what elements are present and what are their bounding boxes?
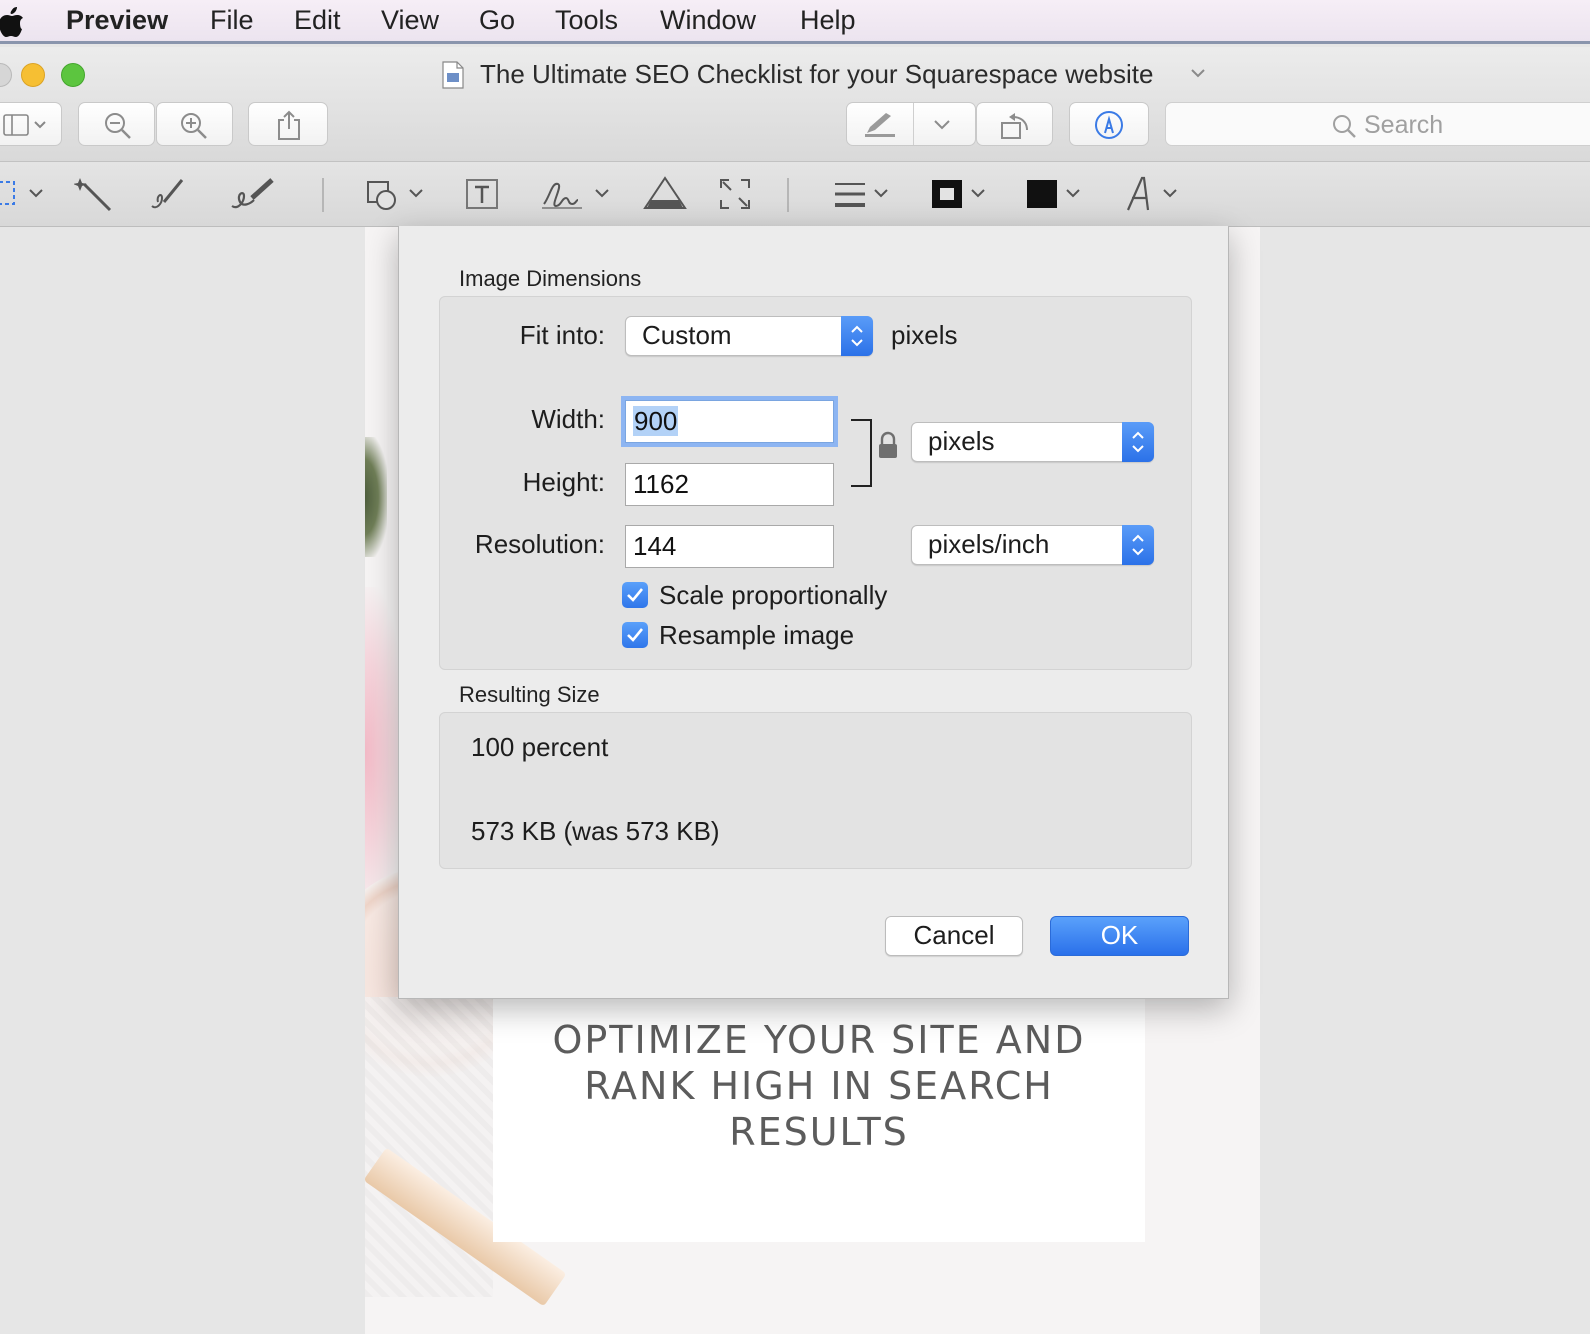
search-icon bbox=[1333, 115, 1356, 138]
headline-line: OPTIMIZE YOUR SITE AND bbox=[552, 1018, 1086, 1062]
shape-style-icon[interactable] bbox=[833, 174, 895, 214]
headline-line: RESULTS bbox=[729, 1110, 909, 1154]
headline-line: RANK HIGH IN SEARCH bbox=[584, 1064, 1054, 1108]
height-field[interactable]: 1162 bbox=[625, 463, 834, 506]
text-icon[interactable] bbox=[465, 174, 501, 214]
checkmark-icon bbox=[627, 588, 644, 602]
popup-stepper bbox=[1122, 525, 1154, 565]
apple-icon[interactable] bbox=[0, 6, 26, 38]
zoom-out-icon bbox=[105, 113, 131, 139]
text-style-icon[interactable] bbox=[1124, 174, 1186, 214]
adjust-size-icon[interactable] bbox=[717, 174, 753, 214]
resolution-unit-popup[interactable]: pixels/inch bbox=[911, 525, 1154, 565]
search-placeholder: Search bbox=[1364, 111, 1444, 139]
resample-image-checkbox[interactable] bbox=[622, 622, 648, 648]
markup-toolbar bbox=[0, 162, 1590, 227]
width-label: Width: bbox=[531, 404, 605, 434]
width-field[interactable]: 900 bbox=[625, 400, 834, 443]
resulting-size-title: Resulting Size bbox=[459, 682, 600, 707]
scale-proportionally-checkbox[interactable] bbox=[622, 582, 648, 608]
zoom-out-button[interactable] bbox=[78, 102, 155, 146]
size-unit-popup[interactable]: pixels bbox=[911, 422, 1154, 462]
markup-toolbar-button[interactable] bbox=[1069, 102, 1149, 146]
toolbar-divider bbox=[322, 178, 324, 212]
proportion-bracket bbox=[851, 419, 872, 487]
popup-stepper bbox=[1122, 422, 1154, 462]
fit-into-unit: pixels bbox=[891, 320, 958, 350]
menu-window[interactable]: Window bbox=[660, 5, 756, 36]
menu-file[interactable]: File bbox=[210, 5, 254, 36]
height-value: 1162 bbox=[633, 469, 689, 499]
width-value: 900 bbox=[633, 406, 679, 436]
menu-help[interactable]: Help bbox=[800, 5, 856, 36]
highlight-icon bbox=[865, 113, 895, 137]
sketch-icon[interactable] bbox=[148, 174, 190, 214]
sign-icon[interactable] bbox=[540, 174, 616, 214]
adjust-size-dialog: Image Dimensions Fit into: Custom pixels… bbox=[398, 226, 1229, 999]
zoom-in-button[interactable] bbox=[156, 102, 233, 146]
scale-proportionally-label[interactable]: Scale proportionally bbox=[659, 580, 887, 611]
menu-go[interactable]: Go bbox=[479, 5, 515, 36]
popup-stepper bbox=[841, 316, 873, 356]
share-icon bbox=[278, 110, 300, 140]
adjust-color-icon[interactable] bbox=[643, 174, 687, 214]
menu-app-name[interactable]: Preview bbox=[66, 5, 168, 36]
ok-button[interactable]: OK bbox=[1050, 916, 1189, 956]
zoom-in-icon bbox=[181, 113, 207, 139]
lock-icon[interactable] bbox=[877, 431, 899, 461]
fill-color-icon[interactable] bbox=[1025, 174, 1087, 214]
menu-bar: Preview File Edit View Go Tools Window H… bbox=[0, 0, 1590, 44]
window-toolbar: The Ultimate SEO Checklist for your Squa… bbox=[0, 47, 1590, 162]
minimize-window-button[interactable] bbox=[21, 63, 45, 87]
rotate-icon bbox=[1001, 113, 1028, 139]
result-percent: 100 percent bbox=[471, 732, 609, 762]
fit-into-value: Custom bbox=[642, 320, 732, 350]
checkmark-icon bbox=[627, 628, 644, 642]
close-window-button[interactable] bbox=[0, 63, 12, 87]
shapes-icon[interactable] bbox=[366, 174, 428, 214]
draw-icon[interactable] bbox=[228, 174, 280, 214]
fit-into-label: Fit into: bbox=[519, 320, 605, 350]
highlight-button[interactable] bbox=[846, 102, 976, 146]
sidebar-icon bbox=[3, 114, 46, 136]
document-icon bbox=[442, 61, 464, 89]
menu-tools[interactable]: Tools bbox=[555, 5, 618, 36]
result-file-size: 573 KB (was 573 KB) bbox=[471, 816, 720, 846]
sidebar-button[interactable] bbox=[0, 102, 62, 146]
chevron-down-icon[interactable] bbox=[1190, 67, 1206, 79]
chevron-up-down-icon bbox=[1132, 534, 1144, 556]
height-label: Height: bbox=[522, 467, 605, 497]
resample-image-label[interactable]: Resample image bbox=[659, 620, 854, 651]
page-headline: OPTIMIZE YOUR SITE AND RANK HIGH IN SEAR… bbox=[493, 1017, 1145, 1155]
resolution-label: Resolution: bbox=[474, 529, 605, 559]
rectangular-selection-icon[interactable] bbox=[0, 174, 50, 214]
resolution-field[interactable]: 144 bbox=[625, 525, 834, 568]
markup-icon bbox=[1095, 111, 1123, 139]
page-photo-leaf bbox=[365, 437, 387, 557]
chevron-up-down-icon bbox=[1132, 431, 1144, 453]
window-title[interactable]: The Ultimate SEO Checklist for your Squa… bbox=[480, 59, 1153, 90]
fit-into-popup[interactable]: Custom bbox=[625, 316, 873, 356]
share-button[interactable] bbox=[248, 102, 328, 146]
resolution-value: 144 bbox=[633, 531, 677, 561]
menu-edit[interactable]: Edit bbox=[294, 5, 341, 36]
resolution-unit-value: pixels/inch bbox=[928, 529, 1050, 559]
search-input[interactable]: Search bbox=[1165, 102, 1590, 146]
instant-alpha-icon[interactable] bbox=[74, 174, 116, 214]
toolbar-divider bbox=[787, 178, 789, 212]
border-color-icon[interactable] bbox=[930, 174, 992, 214]
image-dimensions-title: Image Dimensions bbox=[459, 266, 642, 291]
size-unit-value: pixels bbox=[928, 426, 995, 456]
chevron-up-down-icon bbox=[851, 325, 863, 347]
cancel-button[interactable]: Cancel bbox=[885, 916, 1023, 956]
zoom-window-button[interactable] bbox=[61, 63, 85, 87]
chevron-down-icon bbox=[934, 120, 950, 130]
menu-view[interactable]: View bbox=[381, 5, 439, 36]
rotate-button[interactable] bbox=[976, 102, 1053, 146]
